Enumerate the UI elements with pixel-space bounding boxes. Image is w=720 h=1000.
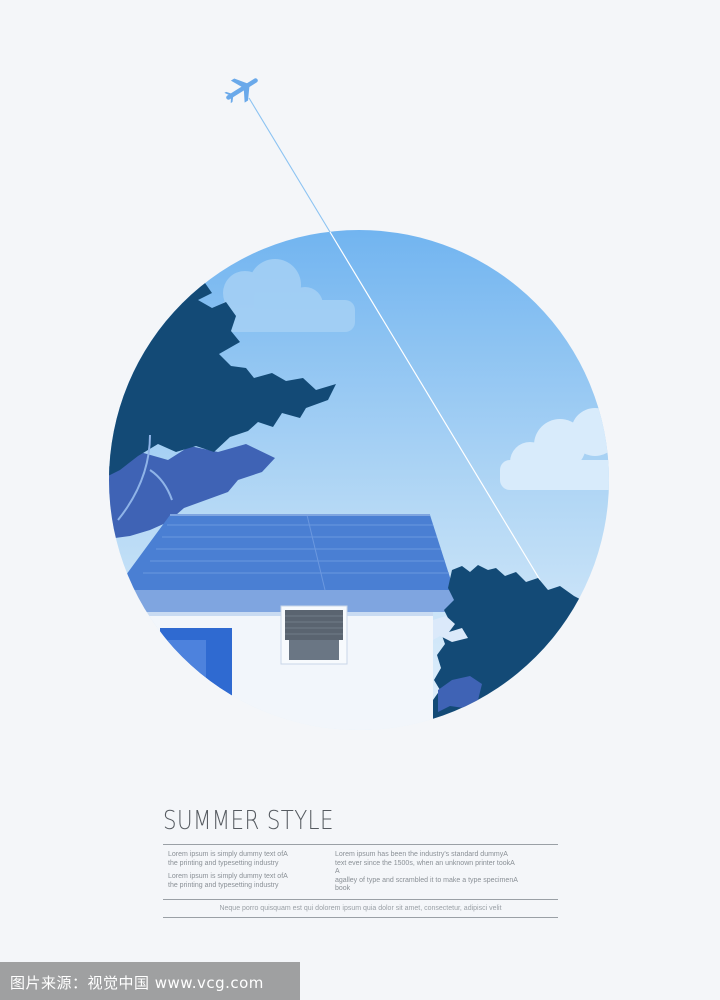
footer-divider-top [163, 899, 558, 900]
left-line-3: Lorem ipsum is simply dummy text ofA [168, 873, 288, 880]
tree-right [433, 565, 609, 730]
poster-illustration [109, 78, 609, 730]
airplane-icon [224, 78, 258, 104]
door-inner [168, 640, 206, 700]
right-line-3: A [335, 868, 340, 875]
watermark-text: 图片来源：视觉中国 www.vcg.com [10, 974, 264, 992]
house-wall [109, 602, 433, 730]
poster-title: SUMMER STYLE [163, 806, 334, 836]
circle-scene [109, 230, 609, 730]
roof-eave [109, 590, 454, 612]
left-line-2: the printing and typesetting industry [168, 859, 279, 867]
left-paragraph-2: Lorem ipsum is simply dummy text ofA the… [168, 873, 328, 890]
roof [115, 515, 454, 590]
window-shutter [285, 610, 343, 640]
contrail-upper [248, 97, 331, 233]
window-glass [289, 640, 339, 660]
footer-divider-bottom [163, 917, 558, 918]
right-line-5: book [335, 885, 351, 892]
right-line-1: Lorem ipsum has been the industry's stan… [335, 851, 508, 858]
left-paragraph-1: Lorem ipsum is simply dummy text ofA the… [168, 851, 328, 868]
title-divider [163, 844, 558, 845]
left-line-4: the printing and typesetting industry [168, 881, 279, 889]
footer-text: Neque porro quisquam est qui dolorem ips… [219, 905, 502, 912]
left-line-1: Lorem ipsum is simply dummy text ofA [168, 851, 288, 858]
watermark-bar: 图片来源：视觉中国 www.vcg.com [0, 962, 300, 1000]
text-column-right: Lorem ipsum has been the industry's stan… [335, 851, 560, 894]
right-line-2: text ever since the 1500s, when an unkno… [335, 859, 515, 867]
right-line-4: agalley of type and scrambled it to make… [335, 876, 518, 884]
text-column-left: Lorem ipsum is simply dummy text ofA the… [168, 851, 328, 890]
door-panel [206, 640, 232, 700]
